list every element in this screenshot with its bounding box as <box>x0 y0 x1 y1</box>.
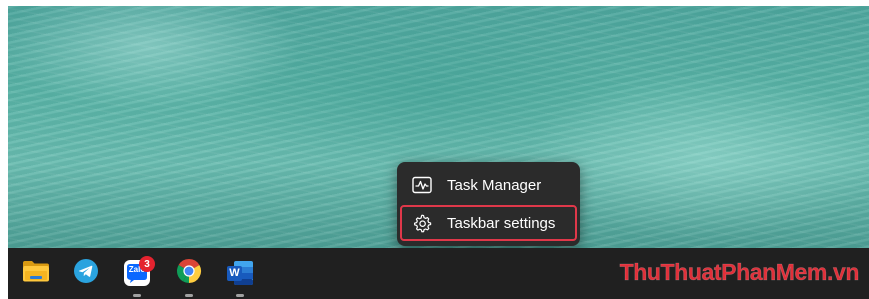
taskbar-app-zalo[interactable]: Zalo 3 <box>122 256 155 288</box>
pulse-icon <box>412 175 432 195</box>
taskbar-context-menu: Task Manager Taskbar settings <box>397 162 580 246</box>
taskbar-app-file-explorer[interactable] <box>21 258 51 288</box>
menu-item-label: Task Manager <box>447 176 542 194</box>
taskbar-app-word[interactable]: W <box>225 258 255 288</box>
telegram-icon <box>73 258 99 289</box>
zalo-icon: Zalo 3 <box>124 256 155 286</box>
word-icon-text: W <box>229 267 240 279</box>
gear-icon <box>412 213 432 233</box>
watermark-part: Thuat <box>660 259 722 286</box>
running-indicator <box>236 294 244 297</box>
folder-icon <box>22 259 50 288</box>
menu-item-taskbar-settings[interactable]: Taskbar settings <box>400 205 577 241</box>
menu-item-label: Taskbar settings <box>447 214 556 232</box>
running-indicator <box>185 294 193 297</box>
watermark-part: .vn <box>826 259 860 286</box>
chrome-icon <box>175 257 203 290</box>
watermark-logo: ThuThuatPhanMem.vn <box>619 259 860 286</box>
word-icon: W <box>226 260 254 286</box>
running-indicator <box>133 294 141 297</box>
watermark-part: Phan <box>721 259 777 286</box>
watermark-part: Thu <box>619 259 661 286</box>
taskbar-app-telegram[interactable] <box>71 258 101 288</box>
menu-item-task-manager[interactable]: Task Manager <box>401 167 576 203</box>
taskbar-app-chrome[interactable] <box>174 258 204 288</box>
watermark-part: Mem <box>775 259 828 286</box>
notification-badge: 3 <box>139 256 155 272</box>
